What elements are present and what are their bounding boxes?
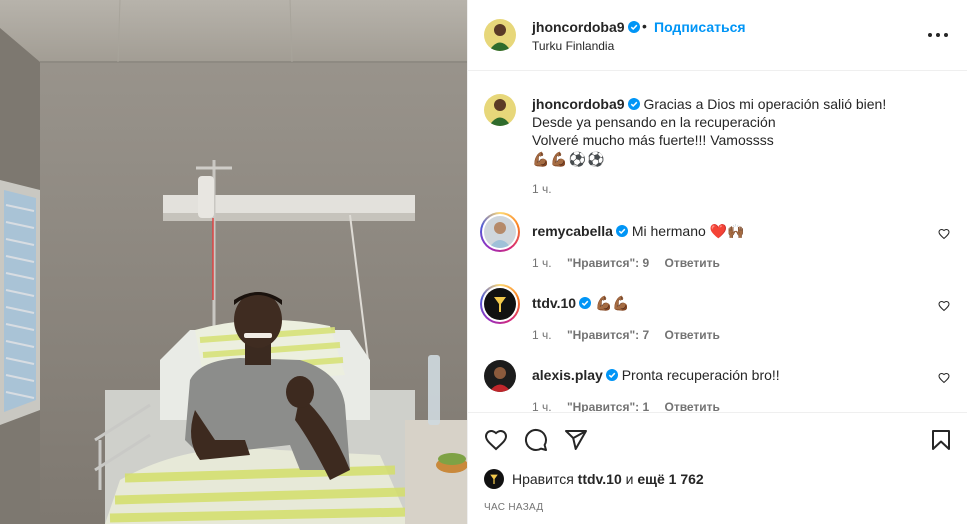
post-header: jhoncordoba9 • Подписаться Turku Finland…	[468, 0, 967, 71]
more-icon[interactable]	[926, 27, 950, 43]
follow-button[interactable]: Подписаться	[654, 19, 746, 35]
commenter-avatar[interactable]	[484, 288, 516, 320]
comment-item: alexis.play Pronta recuperación bro!! 1 …	[484, 360, 954, 412]
likes-count[interactable]: ещё 1 762	[637, 471, 703, 487]
comment-meta: 1 ч. "Нравится": 7 Ответить	[532, 328, 732, 342]
verified-icon	[627, 98, 640, 110]
comments-list[interactable]: jhoncordoba9 Gracias a Dios mi operación…	[468, 72, 967, 412]
comment-heart-icon[interactable]	[938, 300, 950, 312]
bookmark-icon[interactable]	[929, 428, 953, 452]
caption-time[interactable]: 1 ч.	[532, 182, 552, 196]
verified-icon	[627, 21, 640, 33]
caption-line-1: Gracias a Dios mi operación salió bien!	[643, 96, 887, 112]
caption-line-3: Volveré mucho más fuerte!!! Vamossss	[532, 132, 774, 148]
comment-likes[interactable]: "Нравится": 9	[567, 256, 649, 270]
caption-emojis: 💪🏾💪🏾⚽⚽	[532, 151, 606, 167]
commenter-username[interactable]: alexis.play	[532, 367, 603, 383]
hospital-photo-image	[0, 0, 467, 524]
comment-meta: 1 ч. "Нравится": 1 Ответить	[532, 400, 732, 412]
comment-item: remycabella Mi hermano ❤️🙌🏾 1 ч. "Нравит…	[480, 212, 954, 276]
comment-text-line: ttdv.10 💪🏾💪🏾	[532, 295, 630, 312]
post-location[interactable]: Turku Finlandia	[532, 39, 614, 53]
liker-avatar	[484, 469, 504, 489]
caption-text: jhoncordoba9 Gracias a Dios mi operación…	[532, 95, 952, 168]
post-timestamp[interactable]: час назад	[484, 502, 543, 513]
author-username[interactable]: jhoncordoba9	[532, 19, 640, 35]
comment-time[interactable]: 1 ч.	[532, 328, 552, 342]
comment-item: ttdv.10 💪🏾💪🏾 1 ч. "Нравится": 7 Ответить	[480, 284, 954, 348]
separator-dot: •	[642, 18, 647, 34]
reply-button[interactable]: Ответить	[664, 256, 719, 270]
comment-text-line: remycabella Mi hermano ❤️🙌🏾	[532, 223, 745, 240]
comment-text: Mi hermano ❤️🙌🏾	[631, 223, 745, 239]
post-sidebar: jhoncordoba9 • Подписаться Turku Finland…	[467, 0, 967, 524]
caption-author-avatar[interactable]	[484, 94, 516, 126]
post-photo[interactable]	[0, 0, 467, 524]
comment-text-line: alexis.play Pronta recuperación bro!!	[532, 367, 780, 383]
comment-likes[interactable]: "Нравится": 1	[567, 400, 649, 412]
comment-time[interactable]: 1 ч.	[532, 256, 552, 270]
comment-text: Pronta recuperación bro!!	[621, 367, 780, 383]
commenter-username[interactable]: ttdv.10	[532, 295, 576, 311]
caption-line-2: Desde ya pensando en la recuperación	[532, 114, 776, 130]
verified-icon	[579, 297, 592, 309]
heart-icon[interactable]	[484, 428, 508, 452]
comment-heart-icon[interactable]	[938, 372, 950, 384]
commenter-avatar[interactable]	[484, 216, 516, 248]
author-avatar[interactable]	[484, 19, 516, 51]
comment-heart-icon[interactable]	[938, 228, 950, 240]
verified-icon	[615, 225, 628, 237]
commenter-username[interactable]: remycabella	[532, 223, 613, 239]
liker-username[interactable]: ttdv.10	[578, 471, 622, 487]
verified-icon	[605, 369, 618, 381]
comment-likes[interactable]: "Нравится": 7	[567, 328, 649, 342]
comment-icon[interactable]	[524, 428, 548, 452]
post-actions: Нравится ttdv.10 и ещё 1 762 час назад	[468, 412, 967, 524]
likes-text[interactable]: Нравится ttdv.10 и ещё 1 762	[512, 471, 704, 487]
comment-text: 💪🏾💪🏾	[594, 295, 630, 311]
comment-meta: 1 ч. "Нравится": 9 Ответить	[532, 256, 732, 270]
commenter-avatar[interactable]	[484, 360, 516, 392]
reply-button[interactable]: Ответить	[664, 400, 719, 412]
caption-username[interactable]: jhoncordoba9	[532, 96, 625, 112]
share-icon[interactable]	[564, 428, 588, 452]
reply-button[interactable]: Ответить	[664, 328, 719, 342]
comment-time[interactable]: 1 ч.	[532, 400, 552, 412]
